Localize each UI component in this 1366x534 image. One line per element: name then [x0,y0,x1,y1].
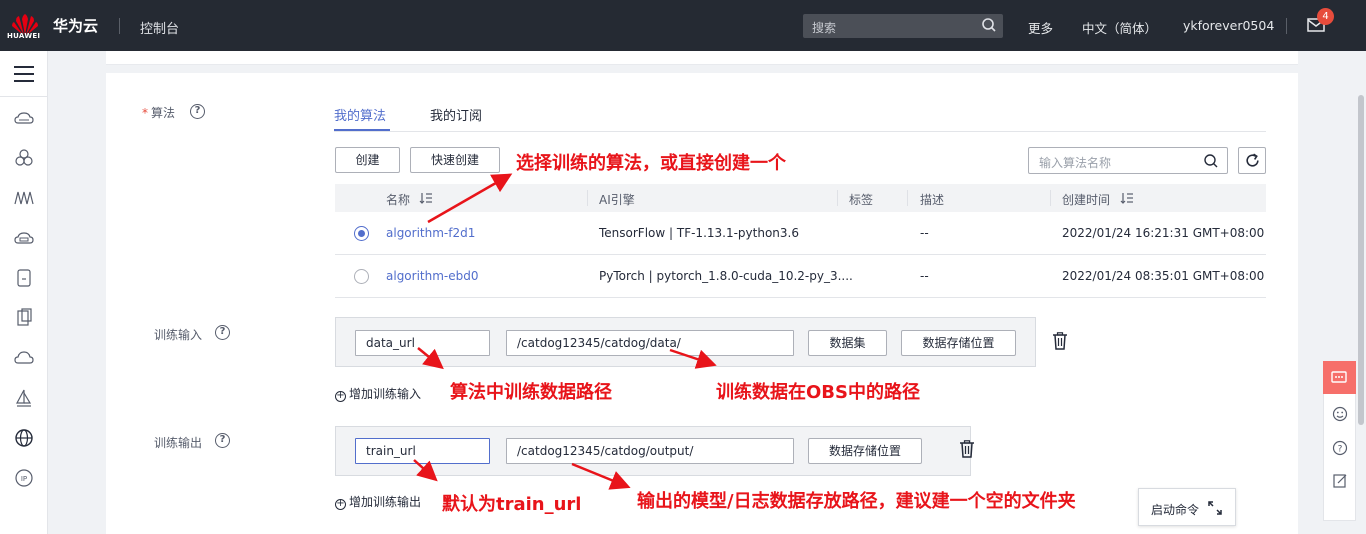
train-output-group: train_url /catdog12345/catdog/output/ 数据… [335,426,971,476]
annotation-input-path: 训练数据在OBS中的路径 [716,382,920,403]
cloud-outline-icon[interactable] [14,348,34,368]
help-circle-icon[interactable]: ? [1332,440,1348,456]
refresh-button[interactable] [1238,147,1266,174]
create-button[interactable]: 创建 [335,147,400,173]
divider [1286,18,1287,34]
column-header-description: 描述 [920,193,945,207]
help-icon[interactable]: ? [215,325,230,340]
document-icon[interactable] [14,308,34,328]
cloud-db-icon[interactable] [14,228,34,248]
train-input-group: data_url /catdog12345/catdog/data/ 数据集 数… [335,317,1036,367]
data-storage-location-button[interactable]: 数据存储位置 [901,330,1016,356]
device-icon[interactable] [14,268,34,288]
tab-my-algorithms[interactable]: 我的算法 [334,105,386,124]
algorithm-search-input[interactable]: 输入算法名称 [1028,147,1228,174]
more-menu[interactable]: 更多 [1028,18,1053,37]
chat-button[interactable] [1323,361,1356,394]
plus-circle-icon: + [335,498,346,510]
chat-icon [1331,371,1347,383]
feedback-edit-icon[interactable] [1332,473,1348,489]
annotation-select-algorithm: 选择训练的算法，或直接创建一个 [516,153,786,174]
train-output-path-field[interactable]: /catdog12345/catdog/output/ [506,438,794,464]
train-input-label: 训练输入 [154,328,203,342]
divider [119,18,120,34]
help-icon[interactable]: ? [215,433,230,448]
add-train-output-link[interactable]: + 增加训练输出 [335,493,421,510]
train-output-name-field[interactable]: train_url [355,438,490,464]
user-menu[interactable]: ykforever0504 [1183,18,1274,33]
algorithm-name-link[interactable]: algorithm-f2d1 [386,226,475,240]
search-placeholder: 输入算法名称 [1039,156,1112,170]
table-row[interactable]: algorithm-f2d1 TensorFlow | TF-1.13.1-py… [335,212,1266,255]
divider [1050,190,1051,206]
tab-my-subscriptions[interactable]: 我的订阅 [430,105,482,124]
expand-icon [1208,501,1222,515]
search-placeholder: 搜索 [812,21,837,35]
monitor-wave-icon[interactable] [14,188,34,208]
created-time-cell: 2022/01/24 08:35:01 GMT+08:00 [1062,269,1265,283]
mail-count-badge: 4 [1317,8,1334,25]
divider [587,190,588,206]
table-header: 名称 AI引擎 标签 描述 创建时间 [335,184,1266,212]
column-header-created: 创建时间 [1062,193,1111,207]
language-selector[interactable]: 中文（简体） [1082,18,1157,37]
engine-cell: TensorFlow | TF-1.13.1-python3.6 [599,226,799,240]
sailboat-icon[interactable] [14,388,34,408]
left-sidebar: IP [0,51,48,534]
help-icon[interactable]: ? [190,104,205,119]
divider [334,131,1266,132]
row-radio-selected[interactable] [354,226,369,241]
logo-text: HUAWEI [7,32,41,40]
launch-command-button[interactable]: 启动命令 [1138,488,1236,526]
description-cell: -- [920,226,929,240]
active-tab-indicator [334,129,390,131]
column-header-tag: 标签 [849,193,874,207]
scrollbar-thumb[interactable] [1358,95,1364,425]
ip-icon[interactable]: IP [14,468,34,488]
refresh-icon [1246,153,1259,167]
top-navigation-bar: HUAWEI 华为云 控制台 搜索 更多 中文（简体） ykforever050… [0,0,1366,51]
svg-text:?: ? [1338,445,1343,455]
divider [0,96,48,97]
table-row[interactable]: algorithm-ebd0 PyTorch | pytorch_1.8.0-c… [335,255,1266,298]
divider [837,190,838,206]
smile-icon[interactable] [1332,406,1348,422]
svg-text:IP: IP [21,475,27,483]
plus-circle-icon: + [335,390,346,402]
annotation-input-name: 算法中训练数据路径 [450,382,612,403]
created-time-cell: 2022/01/24 16:21:31 GMT+08:00 [1062,226,1265,240]
cloud-storage-icon[interactable] [14,109,34,129]
sort-icon[interactable] [1120,192,1134,204]
cloud-cluster-icon[interactable] [14,148,34,168]
algorithm-label: * 算法 [142,106,176,120]
column-header-name: 名称 [386,193,411,207]
brand-name[interactable]: 华为云 [53,15,98,36]
search-icon[interactable] [981,17,997,33]
engine-cell: PyTorch | pytorch_1.8.0-cuda_10.2-py_3..… [599,269,853,283]
delete-icon[interactable] [1052,332,1068,350]
data-storage-location-button[interactable]: 数据存储位置 [808,438,922,464]
train-input-path-field[interactable]: /catdog12345/catdog/data/ [506,330,794,356]
global-search-input[interactable]: 搜索 [803,14,1003,38]
dataset-button[interactable]: 数据集 [808,330,887,356]
train-output-label: 训练输出 [154,436,203,450]
divider [907,190,908,206]
annotation-output-path: 输出的模型/日志数据存放路径，建议建一个空的文件夹 [637,491,1076,512]
globe-icon[interactable] [14,428,34,448]
menu-icon[interactable] [14,66,34,82]
launch-command-label: 启动命令 [1151,503,1200,517]
annotation-output-name: 默认为train_url [442,494,582,515]
delete-icon[interactable] [959,440,975,458]
sort-icon[interactable] [419,192,433,204]
description-cell: -- [920,269,929,283]
quick-create-button[interactable]: 快速创建 [410,147,500,173]
train-input-name-field[interactable]: data_url [355,330,490,356]
previous-section-card [106,51,1298,65]
algorithm-name-link[interactable]: algorithm-ebd0 [386,269,479,283]
add-train-input-link[interactable]: + 增加训练输入 [335,385,421,402]
row-radio[interactable] [354,269,369,284]
console-link[interactable]: 控制台 [140,18,179,37]
column-header-engine: AI引擎 [599,193,635,207]
search-icon[interactable] [1203,153,1219,169]
